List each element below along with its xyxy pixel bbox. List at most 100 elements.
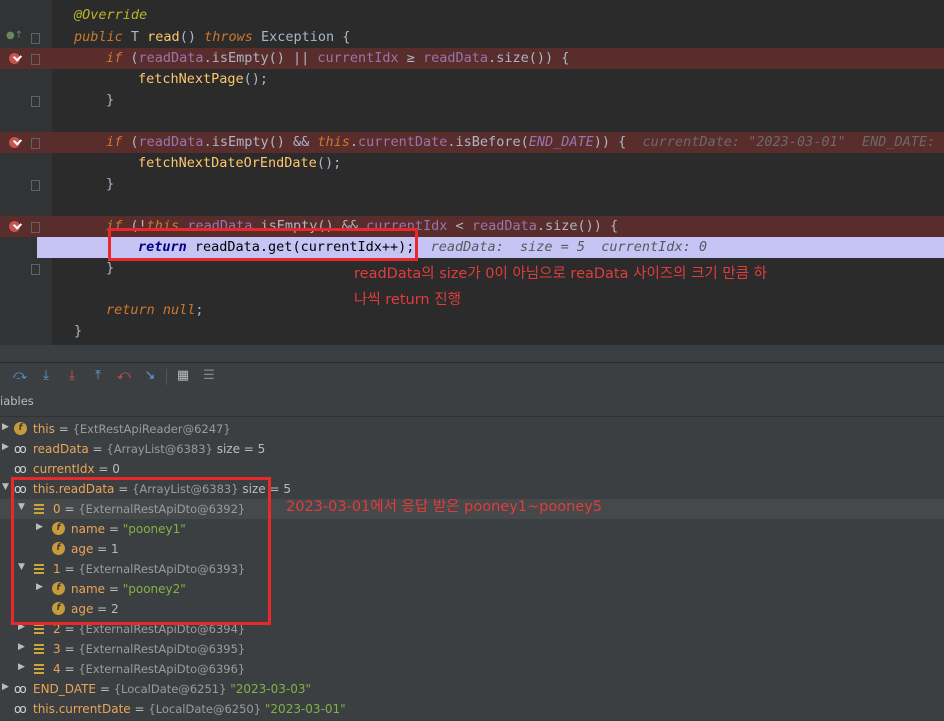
force-step-into-icon[interactable]: ⤓ [62,366,82,386]
watch-glasses-icon: oo [14,442,27,456]
code-token: } [106,176,115,192]
code-token: } [106,260,115,276]
drop-frame-icon[interactable]: ⤺ [114,366,134,386]
field-icon: f [14,422,27,435]
code-token: if [106,134,131,150]
code-line[interactable]: @Override [0,5,944,26]
variable-name: this [33,422,55,436]
fold-marker-icon[interactable] [31,180,40,191]
code-token: .size()) { [488,50,570,66]
step-out-icon[interactable]: ⤒ [88,366,108,386]
override-icon[interactable]: ●↑ [6,30,23,41]
variable-reference: {ExternalRestApiDto@6396} [78,662,246,676]
expand-down-icon[interactable]: ▼ [2,482,9,492]
variable-text: 4 = {ExternalRestApiDto@6396} [53,662,246,676]
highlight-box-readdata [11,477,271,625]
code-line[interactable] [0,195,944,216]
code-text: if (readData.isEmpty() && this.currentDa… [106,134,944,151]
code-token: )) { [593,134,643,150]
code-text: fetchNextPage(); [138,71,268,88]
code-token: Exception { [260,29,351,45]
variable-text: END_DATE = {LocalDate@6251} "2023-03-03" [33,682,312,696]
inline-debug-value: currentDate: "2023-03-01" END_DATE: "2 [642,134,944,150]
code-line[interactable]: fetchNextDateOrEndDate(); [0,153,944,174]
step-into-icon[interactable]: ⤓ [36,366,56,386]
code-editor[interactable]: @Override ●↑ public T read() throws Except… [0,0,944,345]
variable-row[interactable]: ▶ 4 = {ExternalRestApiDto@6396} [0,659,944,679]
breakpoint-icon[interactable] [9,137,20,148]
variable-name: readData [33,442,89,456]
code-text: return null; [106,302,204,319]
expand-right-icon[interactable]: ▶ [2,422,9,432]
watch-glasses-icon: oo [14,462,27,476]
code-text: fetchNextDateOrEndDate(); [138,155,341,172]
fold-marker-icon[interactable] [31,96,40,107]
expand-right-icon[interactable]: ▶ [18,662,25,672]
variable-row[interactable]: ▶ oo readData = {ArrayList@6383} size = 5 [0,439,944,459]
fold-marker-icon[interactable] [31,54,40,65]
evaluate-expression-icon[interactable]: ▦ [173,366,193,386]
expand-right-icon[interactable]: ▶ [18,642,25,652]
fold-marker-icon[interactable] [31,222,40,233]
variable-row[interactable]: ▶ 3 = {ExternalRestApiDto@6395} [0,639,944,659]
code-line[interactable]: ●↑ public T read() throws Exception { [0,27,944,48]
trace-stream-icon[interactable]: ☰ [199,366,219,386]
code-token: END_DATE [528,134,594,150]
highlight-box-return [108,228,418,261]
code-text: } [106,92,114,109]
code-token: readData [138,134,204,150]
code-token: .isEmpty() || [203,50,318,66]
variable-row[interactable]: ▶ f this = {ExtRestApiReader@6247} [0,419,944,439]
code-text: if (readData.isEmpty() || currentIdx ≥ r… [106,50,569,67]
run-to-cursor-icon[interactable]: ↘ [140,366,160,386]
debugger-toolbar: ⤼ ⤓ ⤓ ⤒ ⤺ ↘ ▦ ☰ [0,365,944,389]
expand-right-icon[interactable]: ▶ [2,442,9,452]
code-line[interactable]: } [0,174,944,195]
variable-name: currentIdx [33,462,95,476]
code-text: public T read() throws Exception { [74,29,350,46]
code-line[interactable]: if (readData.isEmpty() && this.currentDa… [0,132,944,153]
code-token: readData [423,50,489,66]
variable-text: readData = {ArrayList@6383} size = 5 [33,442,266,456]
code-line[interactable]: fetchNextPage(); [0,69,944,90]
variable-reference: {ExtRestApiReader@6247} [72,422,231,436]
code-token: (); [243,71,269,87]
step-over-icon[interactable]: ⤼ [10,366,30,386]
variable-row[interactable]: ▶ oo END_DATE = {LocalDate@6251} "2023-03-… [0,679,944,699]
code-token: . [349,134,359,150]
code-token: public [74,29,131,45]
variable-row[interactable]: oo currentIdx = 0 [0,459,944,479]
expand-right-icon[interactable]: ▶ [2,682,9,692]
variable-name: this.currentDate [33,702,131,716]
variable-row[interactable]: oo this.currentDate = {LocalDate@6250} "2… [0,699,944,719]
breakpoint-icon[interactable] [9,53,20,64]
code-token: .isBefore( [447,134,529,150]
code-token: } [106,92,115,108]
code-line[interactable]: } [0,321,944,342]
variable-reference: {ArrayList@6383} [106,442,213,456]
fold-marker-icon[interactable] [31,33,40,44]
code-token: null [162,302,196,318]
code-token: .isEmpty() && [203,134,318,150]
code-token: this [317,134,350,150]
variable-text: 3 = {ExternalRestApiDto@6395} [53,642,246,656]
code-line[interactable]: return null; [0,300,944,321]
code-token: (); [316,155,342,171]
annotation-return: readData의 size가 0이 아님으로 reaData 사이즈의 크기 … [354,266,767,282]
code-line[interactable]: if (readData.isEmpty() || currentIdx ≥ r… [0,48,944,69]
code-token: fetchNextDateOrEndDate [138,155,317,171]
code-token: currentIdx [317,50,399,66]
breakpoint-icon[interactable] [9,221,20,232]
code-token: T [130,29,148,45]
code-text: } [74,323,82,340]
fold-marker-icon[interactable] [31,138,40,149]
variable-value: "2023-03-01" [264,702,346,716]
variable-reference: {LocalDate@6251} [113,682,227,696]
code-line[interactable]: } [0,90,944,111]
fold-marker-icon[interactable] [31,264,40,275]
header-divider [0,416,944,417]
code-text: } [106,176,114,193]
array-element-icon [34,624,44,634]
code-line[interactable] [0,111,944,132]
annotation-return-2: 나씩 return 진행 [354,292,461,308]
